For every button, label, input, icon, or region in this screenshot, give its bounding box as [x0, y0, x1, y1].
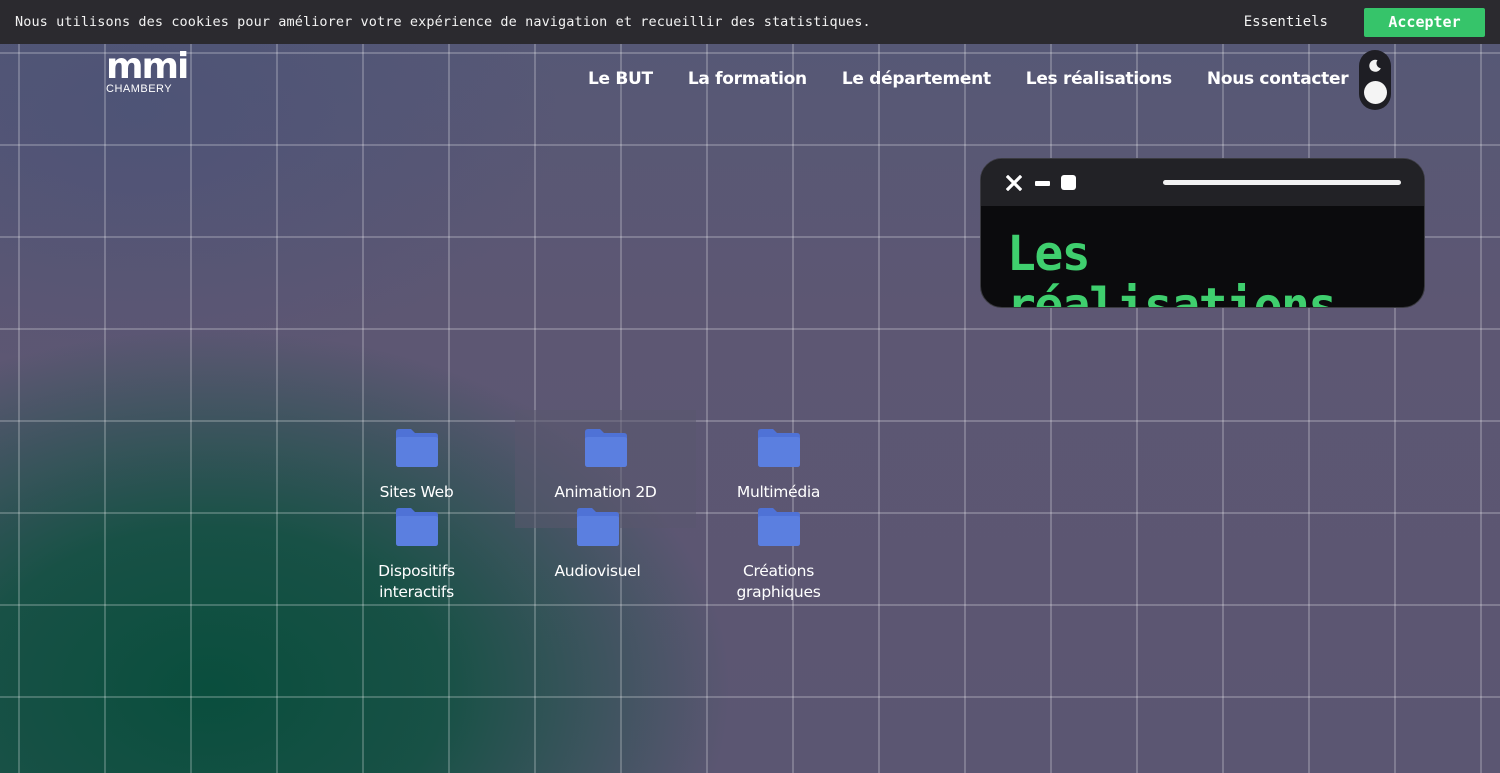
folder-grid: Sites Web Animation 2D Multimédia Dispos… [326, 410, 869, 610]
folder-label: Dispositifs interactifs [378, 562, 455, 601]
toggle-knob [1364, 81, 1387, 104]
folder-dispositifs-interactifs[interactable]: Dispositifs interactifs [326, 508, 507, 626]
folder-audiovisuel[interactable]: Audiovisuel [507, 508, 688, 626]
cookie-message: Nous utilisons des cookies pour améliore… [15, 14, 871, 30]
terminal-titlebar [981, 159, 1424, 206]
cookie-banner: Nous utilisons des cookies pour améliore… [0, 0, 1500, 44]
folder-icon [395, 429, 438, 467]
theme-toggle[interactable] [1359, 50, 1391, 110]
close-icon[interactable] [1006, 175, 1022, 191]
folder-icon [576, 508, 619, 546]
folder-label: Sites Web [379, 483, 454, 501]
page-title: Les réalisations [1007, 226, 1337, 308]
cookie-essentials-button[interactable]: Essentiels [1244, 14, 1328, 30]
folder-icon [395, 508, 438, 546]
terminal-progress-track [1163, 180, 1401, 185]
maximize-icon[interactable] [1061, 175, 1076, 190]
folder-icon [757, 508, 800, 546]
moon-icon [1369, 59, 1381, 72]
nav-item-le-departement[interactable]: Le département [842, 66, 991, 92]
cookie-accept-button[interactable]: Accepter [1364, 7, 1485, 37]
folder-label: Audiovisuel [554, 562, 641, 580]
folder-icon [584, 429, 627, 467]
background-grid [0, 0, 1500, 773]
folder-label: Créations graphiques [736, 562, 821, 601]
nav-item-nous-contacter[interactable]: Nous contacter [1207, 66, 1349, 92]
nav-item-les-realisations[interactable]: Les réalisations [1026, 66, 1172, 92]
folder-creations-graphiques[interactable]: Créations graphiques [688, 508, 869, 626]
nav-item-la-formation[interactable]: La formation [688, 66, 807, 92]
folder-label: Animation 2D [554, 483, 657, 501]
main-nav: Le BUT La formation Le département Les r… [588, 66, 1349, 92]
site-logo[interactable]: mmi CHAMBERY [106, 46, 190, 96]
title-terminal-window: Les réalisations [980, 158, 1425, 308]
folder-icon [757, 429, 800, 467]
minimize-icon[interactable] [1035, 181, 1050, 186]
folder-label: Multimédia [736, 483, 821, 501]
logo-mark: mmi [106, 46, 189, 87]
nav-item-le-but[interactable]: Le BUT [588, 66, 653, 92]
